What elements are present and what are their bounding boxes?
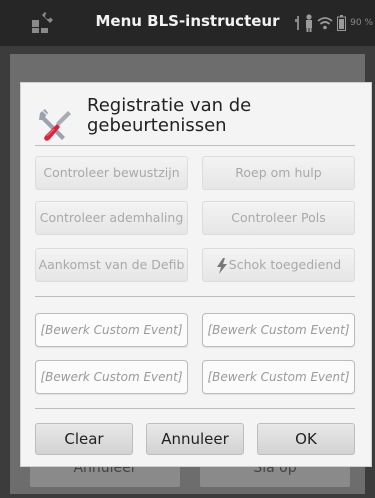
ok-button[interactable]: OK [257,423,355,455]
status-bar: Menu BLS-instructeur 90 % [0,0,375,46]
custom-events-divider [35,408,355,409]
header-divider [35,145,355,146]
event-check-consciousness-button[interactable]: Controleer bewustzijn [35,156,188,190]
events-divider [35,296,355,297]
lightning-bolt-icon [216,257,227,274]
clear-button[interactable]: Clear [35,423,133,455]
screwdriver-wrench-icon [39,109,71,141]
battery-icon [337,15,347,31]
event-call-for-help-button[interactable]: Roep om hulp [202,156,355,190]
wifi-icon [317,17,333,30]
dialog-header: Registratie van de gebeurtenissen [35,93,355,141]
status-icons: 90 % [295,14,373,32]
shock-delivered-label: Schok toegediend [228,257,342,272]
cancel-button[interactable]: Annuleer [146,423,244,455]
event-registration-dialog: Registratie van de gebeurtenissen Contro… [20,82,372,467]
custom-event-button-4[interactable]: [Bewerk Custom Event] [202,360,355,394]
person-icon [306,14,313,32]
event-shock-delivered-button[interactable]: Schok toegediend [202,248,355,282]
event-check-breathing-button[interactable]: Controleer ademhaling [35,201,188,235]
event-defib-arrival-button[interactable]: Aankomst van de Defib [35,248,188,282]
dialog-title: Registratie van de gebeurtenissen [87,95,252,136]
custom-event-button-1[interactable]: [Bewerk Custom Event] [35,313,188,347]
custom-event-button-3[interactable]: [Bewerk Custom Event] [35,360,188,394]
event-check-pulse-button[interactable]: Controleer Pols [202,201,355,235]
custom-event-button-2[interactable]: [Bewerk Custom Event] [202,313,355,347]
battery-percentage: 90 % [350,18,373,28]
usb-icon [295,16,300,30]
